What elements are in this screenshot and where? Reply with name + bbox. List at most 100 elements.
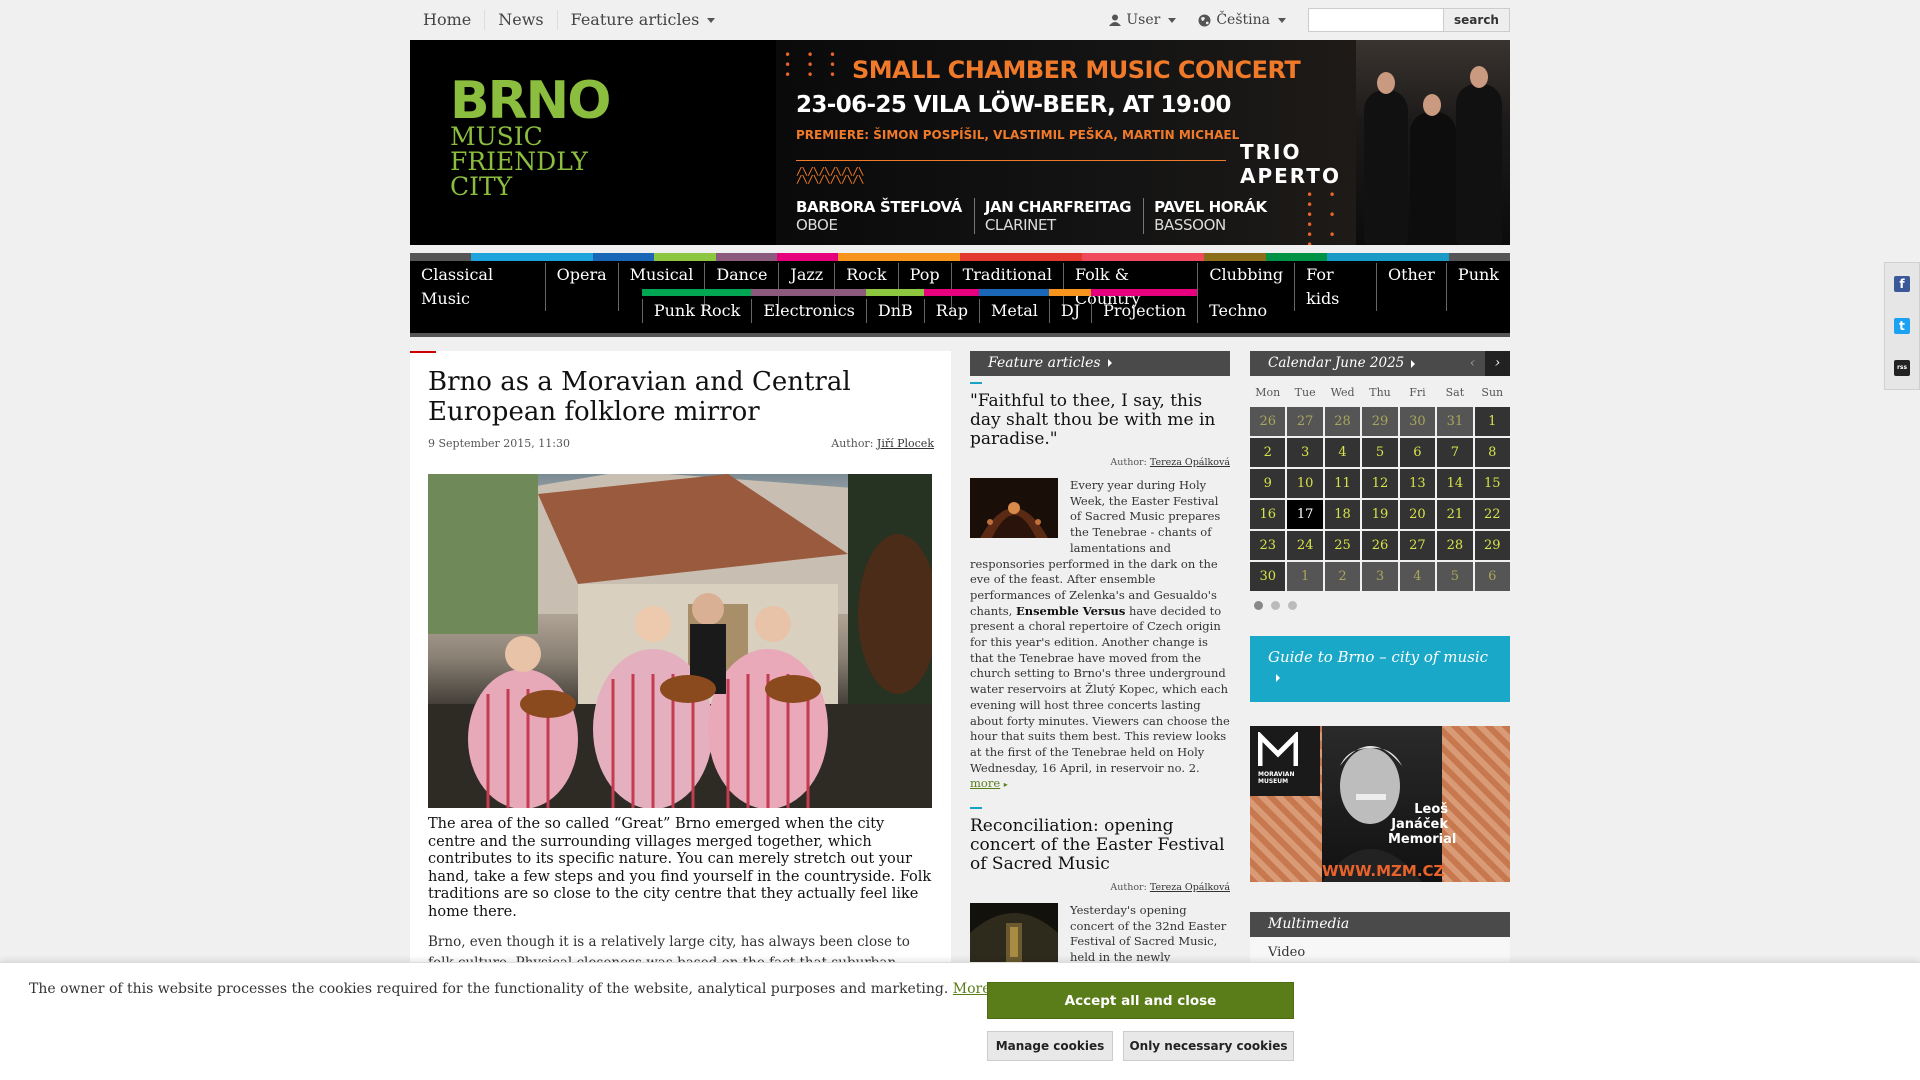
article-author: Author: Jiří Plocek — [831, 437, 934, 450]
calendar-day[interactable]: 11 — [1324, 469, 1361, 498]
genre-color-bar — [865, 289, 924, 296]
accept-all-button[interactable]: Accept all and close — [987, 982, 1294, 1019]
calendar-day[interactable]: 1 — [1474, 407, 1510, 436]
calendar-day[interactable]: 28 — [1324, 407, 1361, 436]
genre-link[interactable]: DnB — [865, 289, 924, 323]
calendar-day[interactable]: 6 — [1399, 438, 1436, 467]
calendar-day[interactable]: 29 — [1474, 531, 1510, 560]
calendar-day[interactable]: 4 — [1324, 438, 1361, 467]
stripe-segment — [593, 253, 655, 261]
calendar-day[interactable]: 21 — [1437, 500, 1473, 529]
header-banner[interactable]: BRNO MUSIC FRIENDLY CITY • • • • • • • • •… — [410, 40, 1510, 245]
nav-news[interactable]: News — [485, 10, 558, 30]
calendar-day[interactable]: 31 — [1437, 407, 1473, 436]
musician: JAN CHARFREITAG CLARINET — [985, 198, 1145, 234]
calendar-day[interactable]: 7 — [1437, 438, 1473, 467]
author-link[interactable]: Tereza Opálková — [1150, 882, 1230, 893]
calendar-day[interactable]: 26 — [1362, 531, 1398, 560]
calendar-day[interactable]: 3 — [1287, 438, 1323, 467]
calendar-day[interactable]: 26 — [1250, 407, 1286, 436]
calendar-day[interactable]: 20 — [1399, 500, 1436, 529]
museum-label-line: MORAVIAN — [1258, 771, 1295, 778]
pager-dot[interactable] — [1254, 601, 1263, 610]
calendar-day[interactable]: 25 — [1324, 531, 1361, 560]
author-link[interactable]: Jiří Plocek — [877, 437, 934, 450]
calendar-title[interactable]: Calendar June 2025 — [1268, 351, 1404, 376]
genre-link[interactable]: DJ — [1048, 289, 1092, 323]
cookie-banner: The owner of this website processes the … — [0, 962, 1920, 1080]
language-menu[interactable]: Čeština — [1198, 12, 1286, 28]
guide-to-brno-link[interactable]: Guide to Brno – city of music — [1250, 636, 1510, 702]
calendar-day-today[interactable]: 17 — [1287, 500, 1323, 529]
brno-logo[interactable]: BRNO MUSIC FRIENDLY CITY — [450, 75, 611, 199]
search-button[interactable]: search — [1443, 9, 1509, 31]
pager-dot[interactable] — [1288, 601, 1297, 610]
calendar-next-button[interactable]: › — [1485, 351, 1510, 376]
genre-link[interactable]: Rap — [923, 289, 979, 323]
calendar-day[interactable]: 29 — [1362, 407, 1398, 436]
genre-link[interactable]: Electronics — [751, 289, 866, 323]
calendar-day[interactable]: 15 — [1474, 469, 1510, 498]
calendar-day[interactable]: 12 — [1362, 469, 1398, 498]
feature-article-author: Author: Tereza Opálková — [970, 457, 1230, 468]
calendar-day[interactable]: 24 — [1287, 531, 1323, 560]
calendar-prev-button[interactable]: ‹ — [1460, 351, 1485, 376]
pager-dot[interactable] — [1271, 601, 1280, 610]
calendar-day[interactable]: 8 — [1474, 438, 1510, 467]
genre-link[interactable]: Techno — [1197, 299, 1278, 323]
user-menu[interactable]: User — [1109, 12, 1177, 28]
genre-link[interactable]: Punk Rock — [641, 289, 752, 323]
calendar-day[interactable]: 19 — [1362, 500, 1398, 529]
multimedia-heading[interactable]: Multimedia — [1250, 912, 1510, 937]
museum-logo-icon — [1258, 732, 1298, 766]
calendar-day[interactable]: 9 — [1250, 469, 1286, 498]
facebook-link[interactable]: f — [1885, 263, 1919, 305]
more-link[interactable]: more — [970, 776, 1000, 790]
divider — [796, 160, 1226, 161]
manage-cookies-button[interactable]: Manage cookies — [987, 1031, 1113, 1061]
stripe-segment — [471, 253, 533, 261]
nav-home[interactable]: Home — [410, 10, 486, 30]
calendar-day[interactable]: 16 — [1250, 500, 1286, 529]
concert-ad[interactable]: • • • • • • • • • • • • • • • • • • SMALL CH… — [776, 40, 1356, 245]
calendar-day[interactable]: 13 — [1399, 469, 1436, 498]
calendar-day[interactable]: 28 — [1437, 531, 1473, 560]
stripe-segment — [410, 253, 472, 261]
calendar-day[interactable]: 14 — [1437, 469, 1473, 498]
calendar-day[interactable]: 2 — [1324, 562, 1361, 591]
calendar-day[interactable]: 2 — [1250, 438, 1286, 467]
musician: PAVEL HORÁK BASSOON — [1154, 198, 1279, 234]
only-necessary-button[interactable]: Only necessary cookies — [1123, 1031, 1294, 1061]
janacek-memorial-ad[interactable]: MORAVIAN MUSEUM Leoš Janáček Memorial WWW… — [1250, 726, 1510, 882]
calendar-day[interactable]: 27 — [1287, 407, 1323, 436]
author-link[interactable]: Tereza Opálková — [1150, 457, 1230, 468]
genre-link[interactable]: Metal — [978, 289, 1049, 323]
feature-articles-heading[interactable]: Feature articles — [970, 351, 1230, 376]
museum-label-line: MUSEUM — [1258, 778, 1289, 785]
genre-link[interactable]: Projection — [1091, 289, 1198, 323]
calendar-day[interactable]: 30 — [1250, 562, 1286, 591]
twitter-link[interactable]: t — [1885, 305, 1919, 347]
user-icon — [1109, 14, 1122, 26]
calendar-day[interactable]: 5 — [1362, 438, 1398, 467]
feature-article-title[interactable]: Reconciliation: opening concert of the E… — [970, 817, 1230, 874]
church-thumbnail[interactable] — [970, 903, 1058, 964]
rss-link[interactable]: rss — [1885, 347, 1919, 389]
top-navigation: Home News Feature articles User Čeština … — [410, 0, 1510, 40]
calendar-day[interactable]: 18 — [1324, 500, 1361, 529]
calendar-day[interactable]: 10 — [1287, 469, 1323, 498]
tenebrae-thumbnail[interactable] — [970, 478, 1058, 538]
calendar-day[interactable]: 6 — [1474, 562, 1510, 591]
calendar-day[interactable]: 4 — [1399, 562, 1436, 591]
calendar-day[interactable]: 1 — [1287, 562, 1323, 591]
calendar-day[interactable]: 27 — [1399, 531, 1436, 560]
calendar-day[interactable]: 5 — [1437, 562, 1473, 591]
nav-feature-articles[interactable]: Feature articles — [558, 10, 729, 30]
calendar-day[interactable]: 3 — [1362, 562, 1398, 591]
calendar-day[interactable]: 23 — [1250, 531, 1286, 560]
feature-article-title[interactable]: "Faithful to thee, I say, this day shalt… — [970, 392, 1230, 449]
genre-color-bar — [641, 289, 752, 296]
calendar-day[interactable]: 30 — [1399, 407, 1436, 436]
calendar-day[interactable]: 22 — [1474, 500, 1510, 529]
search-input[interactable] — [1309, 9, 1443, 31]
